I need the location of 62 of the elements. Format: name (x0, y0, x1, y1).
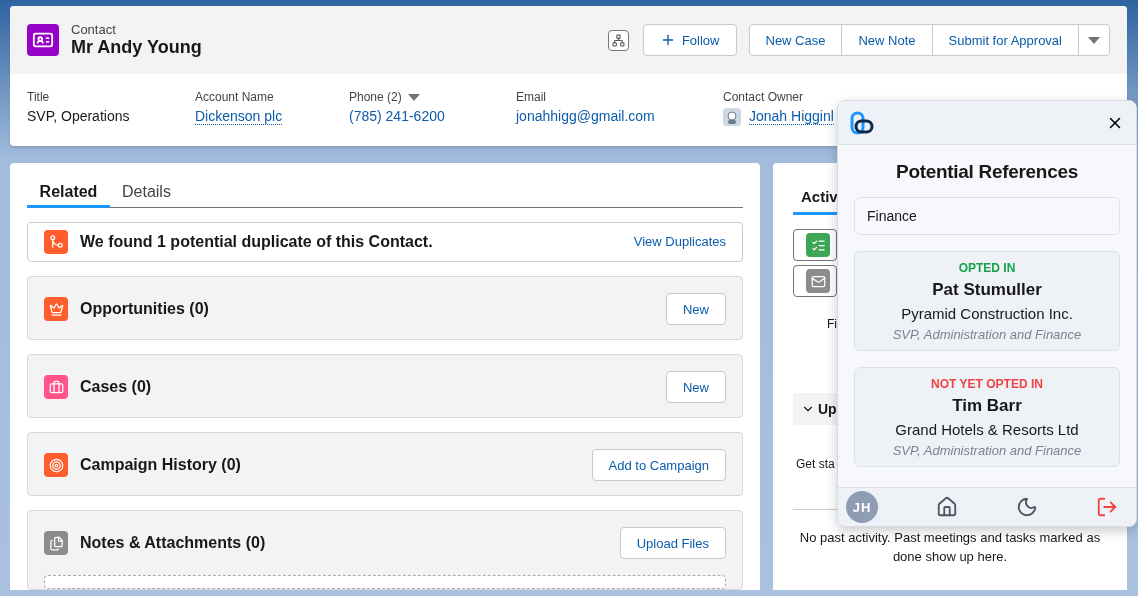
target-icon (44, 453, 68, 477)
phone-link[interactable]: (785) 241-6200 (349, 108, 516, 124)
briefcase-icon (44, 375, 68, 399)
field-label: Account Name (195, 90, 274, 104)
field-label: Phone (2) (349, 90, 402, 104)
search-field[interactable]: Finance (854, 197, 1120, 235)
reference-company: Pyramid Construction Inc. (901, 305, 1073, 322)
reference-company: Grand Hotels & Resorts Ltd (895, 421, 1079, 438)
related-list-title: Notes & Attachments (0) (80, 534, 267, 552)
action-button[interactable]: New Note (841, 24, 933, 56)
related-list-title: Campaign History (0) (80, 456, 242, 474)
upcoming-section[interactable]: Up (793, 393, 837, 425)
merge-icon (44, 229, 68, 254)
record-name: Mr Andy Young (71, 37, 203, 58)
avatar-icon (723, 108, 741, 126)
action-button[interactable]: New Case (748, 24, 843, 56)
related-list-button[interactable]: New (666, 371, 726, 403)
more-actions-button[interactable] (1078, 24, 1110, 56)
filter-text: Fi (827, 317, 837, 331)
panel-title: Potential References (895, 161, 1079, 183)
upcoming-text: Get sta (796, 457, 835, 471)
reference-name: Tim Barr (952, 396, 1022, 416)
logout-icon[interactable] (1096, 496, 1118, 518)
reference-title: SVP, Administration and Finance (892, 327, 1082, 342)
opt-in-status: NOT YET OPTED IN (931, 377, 1043, 391)
reference-card[interactable]: NOT YET OPTED IN Tim Barr Grand Hotels & Resorts Ltd SVP, Administration and Finance (854, 367, 1120, 467)
view-duplicates-link[interactable]: View Duplicates (633, 234, 726, 250)
opt-in-status: OPTED IN (958, 261, 1016, 275)
field-label: Email (516, 90, 546, 104)
related-list-title: Cases (0) (80, 378, 153, 396)
email-link[interactable]: jonahhigg@gmail.com (516, 108, 723, 124)
object-label: Contact (71, 22, 117, 37)
new-task-button[interactable] (793, 229, 837, 261)
alert-message: We found 1 potential duplicate of this Contact. (80, 232, 434, 251)
reference-name: Pat Stumuller (932, 280, 1042, 300)
owner-link[interactable]: Jonah Higginl (749, 108, 834, 125)
moon-icon[interactable] (1016, 496, 1038, 518)
reference-title: SVP, Administration and Finance (892, 443, 1082, 458)
mail-icon (806, 269, 830, 293)
action-button[interactable]: Submit for Approval (931, 24, 1079, 56)
related-list-button[interactable]: New (666, 293, 726, 325)
caret-icon[interactable] (407, 93, 420, 101)
new-email-button[interactable] (793, 265, 837, 297)
tab[interactable]: Related (27, 180, 110, 208)
empty-activity-message: No past activity. Past meetings and tasks marked as done show up here. (798, 529, 1102, 566)
field-value: SVP, Operations (27, 108, 131, 124)
field-label: Title (27, 90, 50, 104)
field-label: Contact Owner (723, 90, 804, 104)
account-link[interactable]: Dickenson plc (195, 108, 283, 125)
contact-card-icon (27, 24, 59, 56)
related-list-title: Opportunities (0) (80, 300, 210, 318)
crown-icon (44, 297, 68, 321)
app-logo-icon (850, 110, 874, 135)
follow-button[interactable]: Follow (642, 24, 737, 56)
hierarchy-button[interactable] (607, 29, 629, 51)
files-icon (44, 531, 68, 555)
reference-card[interactable]: OPTED IN Pat Stumuller Pyramid Construction Inc. SVP, Administration and Finance (854, 251, 1120, 351)
checklist-icon (806, 233, 830, 257)
home-icon[interactable] (936, 496, 958, 518)
related-list-button[interactable]: Add to Campaign (591, 449, 726, 481)
tab[interactable]: Details (110, 180, 183, 208)
related-list-button[interactable]: Upload Files (619, 527, 726, 559)
